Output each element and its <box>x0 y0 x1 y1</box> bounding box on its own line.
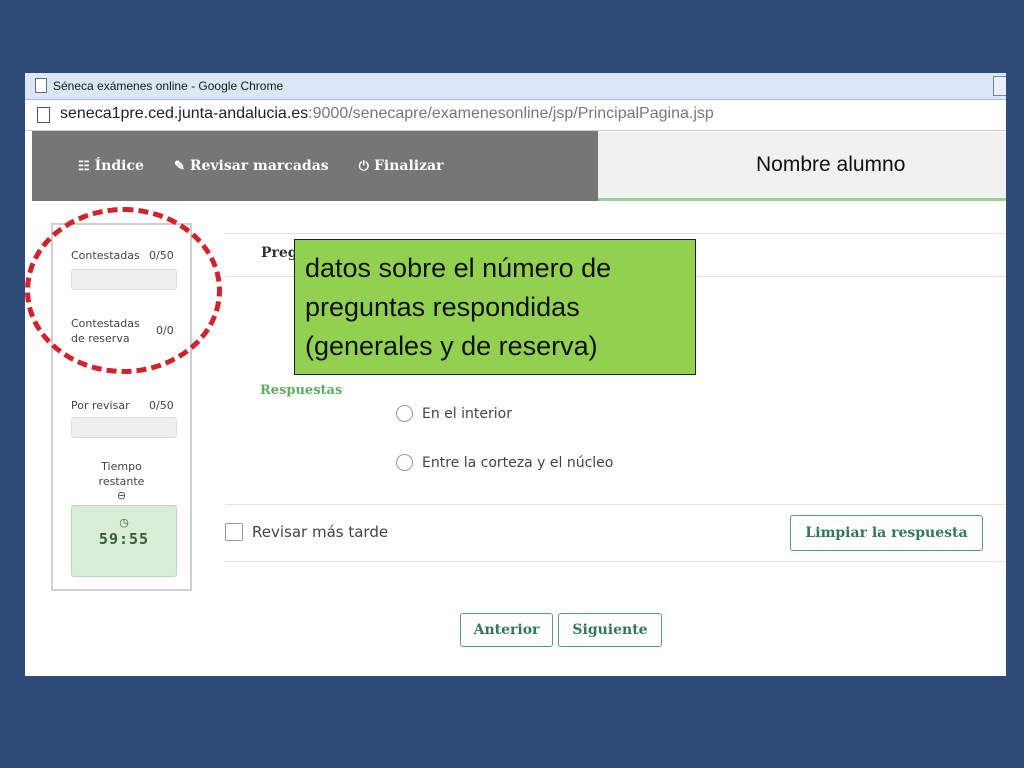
main-menu: ☷ Índice ✎ Revisar marcadas ⏻ Finalizar <box>32 131 443 201</box>
radio-button[interactable] <box>396 405 413 422</box>
pencil-icon: ✎ <box>173 158 185 174</box>
answer-option[interactable]: Entre la corteza y el núcleo <box>396 454 613 471</box>
radio-button[interactable] <box>396 454 413 471</box>
timer-box: ◷ 59:55 <box>71 505 177 577</box>
clock-icon: ◷ <box>119 516 129 529</box>
review-later-checkbox[interactable] <box>225 523 243 541</box>
review-progress-bar <box>71 417 177 438</box>
url-text[interactable]: seneca1pre.ced.junta-andalucia.es:9000/s… <box>60 105 714 123</box>
title-bar: Séneca exámenes online - Google Chrome <box>25 73 1006 100</box>
address-bar[interactable]: seneca1pre.ced.junta-andalucia.es:9000/s… <box>25 100 1006 131</box>
menu-finish[interactable]: ⏻ Finalizar <box>359 158 444 174</box>
url-host: seneca1pre.ced.junta-andalucia.es <box>60 105 309 122</box>
window-control-button[interactable] <box>993 76 1006 96</box>
document-icon <box>37 107 50 123</box>
app-header: ☷ Índice ✎ Revisar marcadas ⏻ Finalizar … <box>32 131 1006 201</box>
answer-option-label: Entre la corteza y el núcleo <box>422 454 614 471</box>
review-later-label: Revisar más tarde <box>252 523 389 541</box>
sitemap-icon: ☷ <box>78 158 90 174</box>
divider-actions <box>225 561 1006 562</box>
annotation-callout: datos sobre el número de preguntas respo… <box>294 239 696 375</box>
question-title: Preg <box>261 245 298 261</box>
highlight-circle <box>25 207 222 374</box>
window-title: Séneca exámenes online - Google Chrome <box>53 79 284 93</box>
url-path: :9000/senecapre/examenesonline/jsp/Princ… <box>308 105 714 122</box>
next-button[interactable]: Siguiente <box>558 613 662 647</box>
menu-index-label: Índice <box>94 158 144 174</box>
divider-answers <box>225 504 1006 505</box>
previous-button[interactable]: Anterior <box>460 613 553 647</box>
review-count: 0/50 <box>149 399 174 412</box>
review-later-checkbox-row[interactable]: Revisar más tarde <box>225 523 388 541</box>
power-icon: ⏻ <box>358 158 369 174</box>
menu-review-marked-label: Revisar marcadas <box>189 158 329 174</box>
answer-option-label: En el interior <box>422 405 512 422</box>
menu-index[interactable]: ☷ Índice <box>78 158 144 174</box>
answer-option[interactable]: En el interior <box>396 405 512 422</box>
timer-value: 59:55 <box>98 530 150 548</box>
student-name: Nombre alumno <box>756 153 906 176</box>
menu-finish-label: Finalizar <box>373 158 444 174</box>
time-label-line2: restante <box>98 475 145 488</box>
clear-answer-button[interactable]: Limpiar la respuesta <box>790 515 983 551</box>
divider-top <box>225 233 1006 234</box>
zoom-out-icon[interactable]: ⊖ <box>53 488 190 503</box>
review-label: Por revisar <box>71 399 130 412</box>
student-panel: Nombre alumno <box>598 131 1006 201</box>
answers-heading: Respuestas <box>260 383 343 398</box>
time-label-line1: Tiempo <box>101 460 142 473</box>
menu-review-marked[interactable]: ✎ Revisar marcadas <box>174 158 329 174</box>
page-icon <box>35 78 47 93</box>
